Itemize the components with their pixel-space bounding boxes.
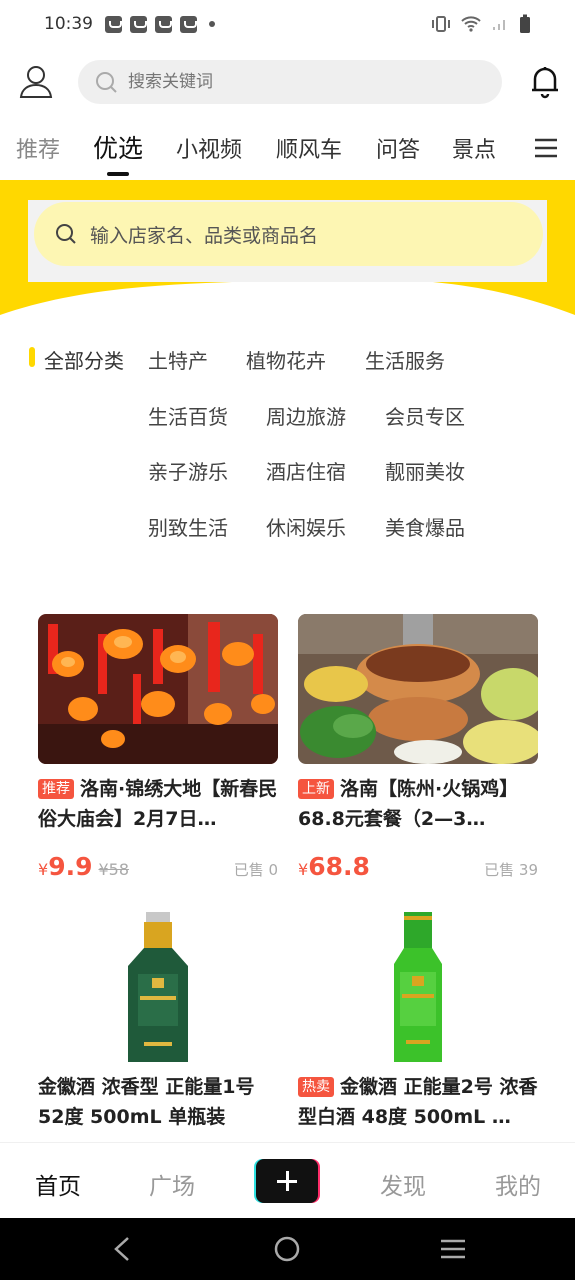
wifi-icon [461,16,481,32]
sold-count: 已售 0 [233,861,278,879]
category-item[interactable]: 生活服务 [365,345,445,374]
nav-home[interactable]: 首页 [35,1167,81,1201]
all-categories-label[interactable]: 全部分类 [44,345,124,374]
category-item[interactable]: 美食爆品 [385,512,465,541]
signal-icon [493,20,505,30]
store-search-panel: 输入店家名、品类或商品名 [28,200,547,282]
top-bar [0,55,575,110]
hotpot-image [298,614,538,764]
search-input[interactable] [128,72,448,92]
notification-icon [155,15,172,33]
search-icon [96,72,117,93]
vibrate-icon [432,16,450,32]
category-item[interactable]: 周边旅游 [266,401,346,430]
system-nav-bar [0,1218,575,1280]
category-marker [29,347,35,367]
nav-square[interactable]: 广场 [149,1167,195,1201]
notification-icon [130,15,147,33]
tab-recommend[interactable]: 推荐 [16,132,60,164]
category-item[interactable]: 酒店住宿 [266,456,346,485]
price-row: ¥ 9.9 ¥58 已售 0 [38,852,278,882]
status-time: 10:39 [44,14,93,34]
sold-count: 已售 39 [484,861,538,879]
category-item[interactable]: 会员专区 [385,401,465,430]
battery-icon [520,14,530,33]
product-title-row: 上新 洛南【陈州·火锅鸡】68.8元套餐（2—3… [298,774,538,834]
product-title: 金徽酒 浓香型 正能量1号 52度 500mL 单瓶装 [38,1076,255,1128]
category-item[interactable]: 土特产 [148,345,208,374]
home-circle-icon[interactable] [274,1236,300,1262]
category-item[interactable]: 亲子游乐 [148,456,228,485]
add-post-button[interactable] [256,1159,318,1203]
store-search-placeholder: 输入店家名、品类或商品名 [90,224,319,247]
tab-qa[interactable]: 问答 [376,132,420,164]
price-symbol: ¥ [298,860,309,879]
category-item[interactable]: 别致生活 [148,512,228,541]
more-notifications-icon [209,21,215,27]
bottom-nav: 首页 广场 发现 我的 [0,1142,575,1218]
dark-green-bottle-image [38,912,278,1062]
tab-short-video[interactable]: 小视频 [176,132,242,164]
product-title-row: 热卖 金徽酒 正能量2号 浓香型白酒 48度 500mL … [298,1072,538,1132]
nav-me[interactable]: 我的 [495,1167,541,1201]
original-price: ¥58 [98,860,130,879]
price-symbol: ¥ [38,860,49,879]
active-tab-indicator [107,172,129,176]
tab-selected[interactable]: 优选 [93,129,143,165]
green-bottle-image [298,912,538,1062]
status-bar: 10:39 [0,0,575,48]
user-avatar-icon[interactable] [18,63,54,99]
price-row: ¥ 68.8 已售 39 [298,852,538,882]
nav-discover[interactable]: 发现 [380,1167,426,1201]
product-tag: 上新 [298,779,334,799]
bell-icon[interactable] [527,63,563,99]
top-search-box[interactable] [78,60,502,104]
back-icon[interactable] [110,1236,134,1262]
notification-icon [180,15,197,33]
product-card[interactable]: 热卖 金徽酒 正能量2号 浓香型白酒 48度 500mL … [298,912,538,1132]
product-card[interactable]: 上新 洛南【陈州·火锅鸡】68.8元套餐（2—3… ¥ 68.8 已售 39 [298,614,538,882]
category-item[interactable]: 休闲娱乐 [266,512,346,541]
product-tag: 热卖 [298,1077,334,1097]
product-price: 68.8 [308,852,370,881]
channel-tabs: 推荐 优选 小视频 顺风车 问答 景点 [0,124,575,176]
product-card[interactable]: 推荐 洛南·锦绣大地【新春民俗大庙会】2月7日… ¥ 9.9 ¥58 已售 0 [38,614,278,882]
menu-icon[interactable] [534,138,558,158]
product-title-row: 推荐 洛南·锦绣大地【新春民俗大庙会】2月7日… [38,774,278,834]
store-search-field[interactable]: 输入店家名、品类或商品名 [34,202,543,266]
search-icon [56,224,76,244]
recents-icon[interactable] [440,1238,466,1260]
product-tag: 推荐 [38,779,74,799]
notification-icon [105,15,122,33]
product-price: 9.9 [48,852,93,881]
category-item[interactable]: 植物花卉 [246,345,326,374]
category-item[interactable]: 靓丽美妆 [385,456,465,485]
lanterns-image [38,614,278,764]
category-item[interactable]: 生活百货 [148,401,228,430]
product-card[interactable]: 金徽酒 浓香型 正能量1号 52度 500mL 单瓶装 [38,912,278,1132]
tab-scenic-spots[interactable]: 景点 [452,132,496,164]
tab-carpool[interactable]: 顺风车 [276,132,342,164]
